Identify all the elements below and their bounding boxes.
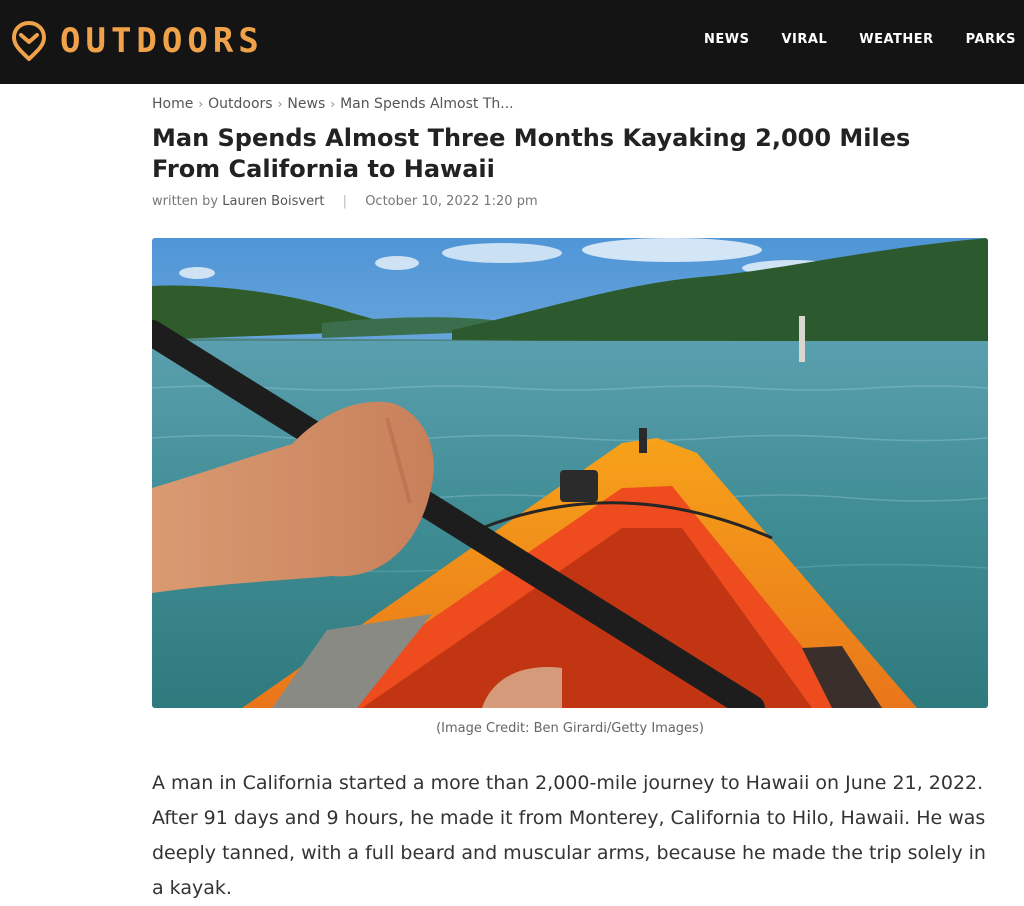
breadcrumb-separator-icon: › xyxy=(198,97,204,111)
site-logo-text: OUTDOORS xyxy=(60,21,264,61)
author-link[interactable]: Lauren Boisvert xyxy=(222,194,324,209)
nav-item-viral[interactable]: VIRAL xyxy=(781,32,827,47)
publish-date: October 10, 2022 1:20 pm xyxy=(365,194,538,209)
main-nav: NEWS VIRAL WEATHER PARKS xyxy=(672,32,1016,47)
article-byline: written by Lauren Boisvert | October 10,… xyxy=(152,194,538,209)
nav-item-parks[interactable]: PARKS xyxy=(966,32,1016,47)
nav-item-weather[interactable]: WEATHER xyxy=(859,32,933,47)
hero-image-kayak xyxy=(152,238,988,708)
nav-item-news[interactable]: NEWS xyxy=(704,32,749,47)
site-header: OUTDOORS NEWS VIRAL WEATHER PARKS xyxy=(0,0,1024,84)
article-title: Man Spends Almost Three Months Kayaking … xyxy=(152,124,911,183)
site-logo[interactable]: OUTDOORS xyxy=(12,20,264,62)
breadcrumb-home[interactable]: Home xyxy=(152,96,193,112)
breadcrumb-separator-icon: › xyxy=(277,97,283,111)
breadcrumb-news[interactable]: News xyxy=(287,96,325,112)
byline-prefix: written by xyxy=(152,194,219,209)
location-pin-logo-icon xyxy=(12,21,46,61)
breadcrumb-current: Man Spends Almost Th... xyxy=(340,96,514,112)
article-paragraph: A man in California started a more than … xyxy=(152,772,986,899)
image-caption: (Image Credit: Ben Girardi/Getty Images) xyxy=(436,721,704,736)
byline-divider: | xyxy=(342,194,348,209)
breadcrumb: Home › Outdoors › News › Man Spends Almost Th.… xyxy=(152,96,514,112)
breadcrumb-outdoors[interactable]: Outdoors xyxy=(208,96,272,112)
breadcrumb-separator-icon: › xyxy=(330,97,336,111)
